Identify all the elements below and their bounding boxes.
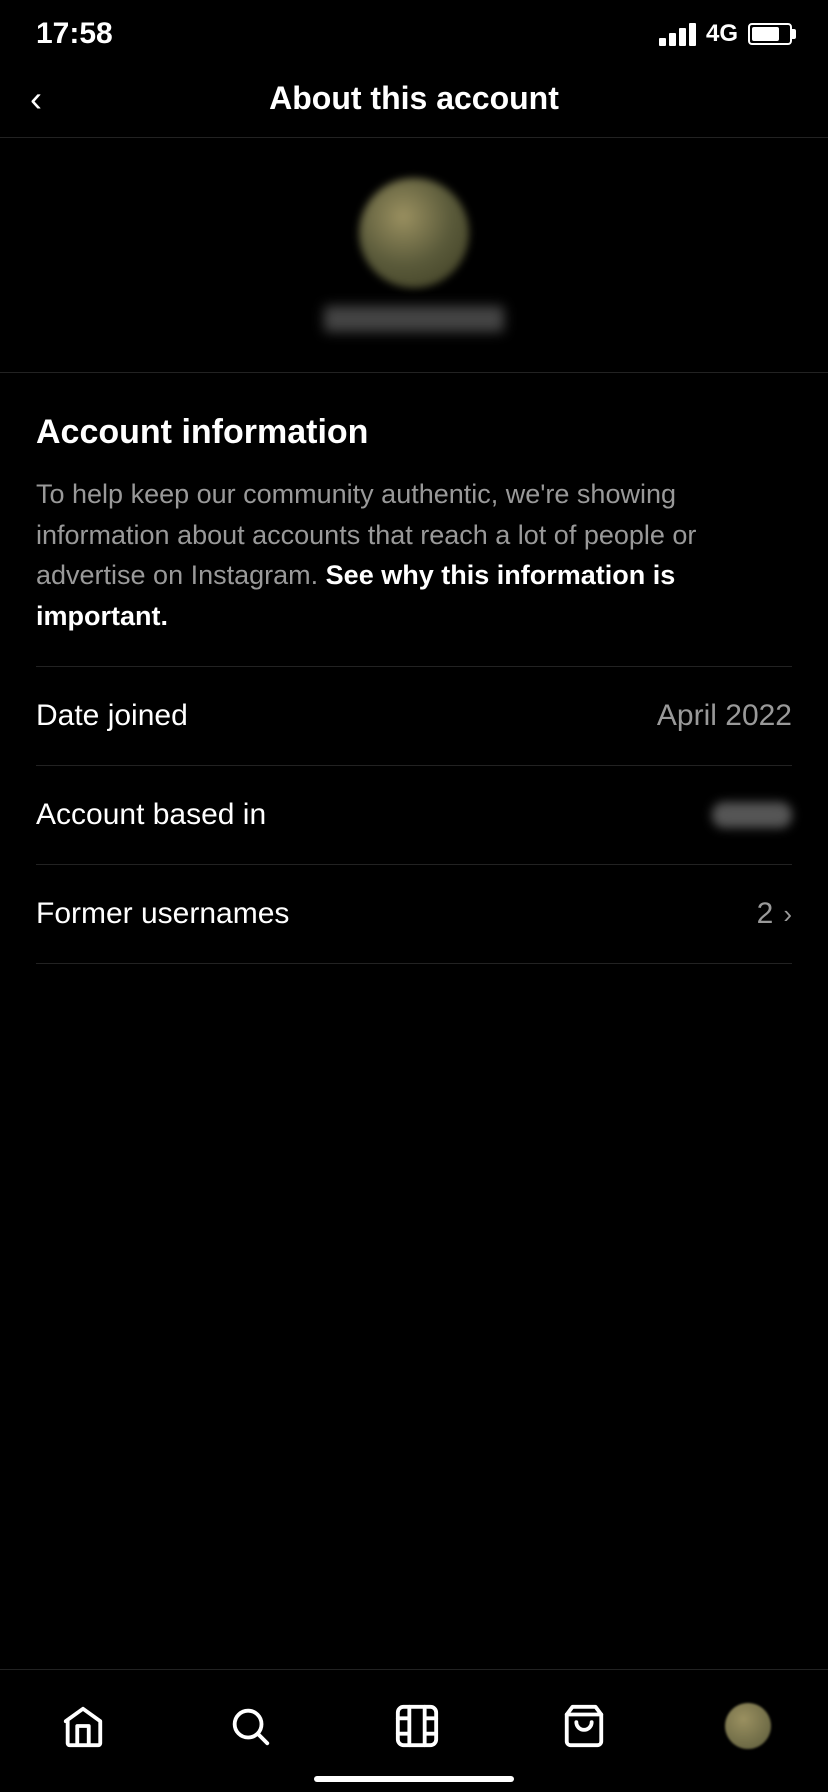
search-icon xyxy=(224,1700,276,1752)
date-joined-row: Date joined April 2022 xyxy=(36,666,792,766)
home-icon xyxy=(57,1700,109,1752)
date-joined-label: Date joined xyxy=(36,699,188,733)
header: ‹ About this account xyxy=(0,60,828,138)
back-button[interactable]: ‹ xyxy=(30,78,42,120)
section-description: To help keep our community authentic, we… xyxy=(36,474,792,636)
account-location-blurred xyxy=(712,802,792,828)
profile-avatar xyxy=(725,1703,771,1749)
bottom-nav xyxy=(0,1669,828,1792)
former-usernames-row[interactable]: Former usernames 2 › xyxy=(36,865,792,964)
former-usernames-count: 2 xyxy=(757,897,774,931)
nav-home[interactable] xyxy=(37,1690,129,1762)
username-blurred xyxy=(324,306,504,332)
reels-icon xyxy=(391,1700,443,1752)
nav-search[interactable] xyxy=(204,1690,296,1762)
header-title: About this account xyxy=(269,80,559,117)
info-rows: Date joined April 2022 Account based in … xyxy=(36,666,792,964)
signal-icon xyxy=(659,23,696,46)
avatar xyxy=(359,178,469,288)
nav-profile[interactable] xyxy=(705,1693,791,1759)
profile-section xyxy=(0,138,828,373)
account-based-in-label: Account based in xyxy=(36,798,266,832)
section-title: Account information xyxy=(36,413,792,452)
former-usernames-label: Former usernames xyxy=(36,897,289,931)
nav-reels[interactable] xyxy=(371,1690,463,1762)
account-info-section: Account information To help keep our com… xyxy=(0,373,828,984)
network-label: 4G xyxy=(706,20,738,48)
chevron-right-icon: › xyxy=(783,899,792,930)
account-based-in-row: Account based in xyxy=(36,766,792,865)
shop-icon xyxy=(558,1700,610,1752)
nav-shop[interactable] xyxy=(538,1690,630,1762)
status-bar: 17:58 4G xyxy=(0,0,828,60)
status-icons: 4G xyxy=(659,20,792,48)
status-time: 17:58 xyxy=(36,17,113,51)
former-usernames-value: 2 › xyxy=(757,897,792,931)
battery-icon xyxy=(748,23,792,45)
home-indicator xyxy=(314,1776,514,1782)
date-joined-value: April 2022 xyxy=(657,699,792,733)
